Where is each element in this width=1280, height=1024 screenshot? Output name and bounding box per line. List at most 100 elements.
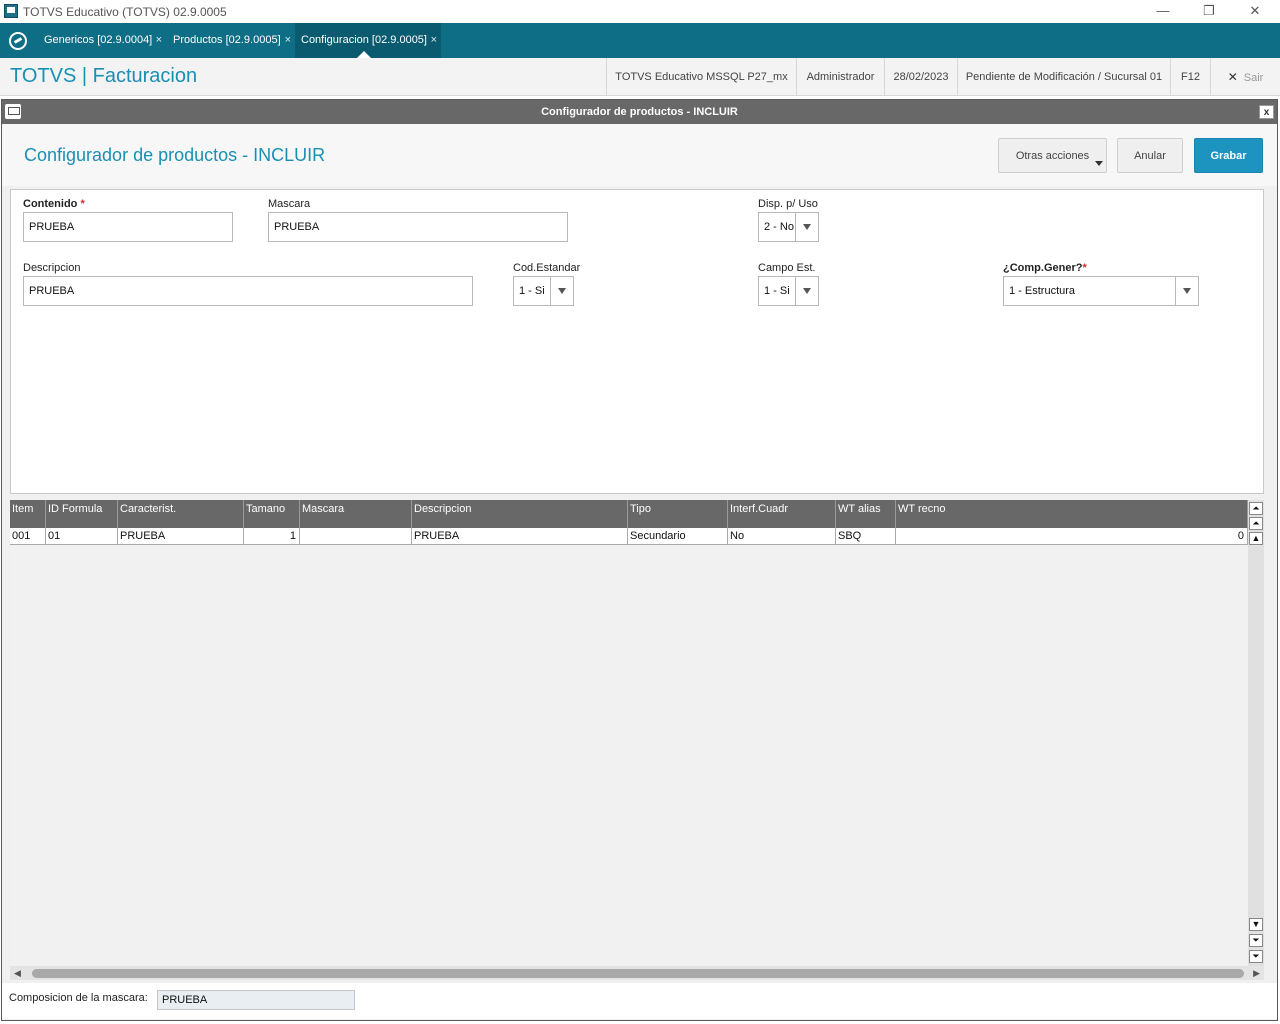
cell-wt-recno[interactable]: 0 [896, 528, 1248, 545]
descripcion-field[interactable]: PRUEBA [23, 276, 473, 306]
column-header[interactable]: Caracterist. [118, 500, 244, 528]
window-titlebar: TOTVS Educativo (TOTVS) 02.9.0005 — ❐ ✕ [0, 0, 1280, 23]
chevron-down-icon[interactable] [550, 277, 573, 305]
cell-interf-cuadr[interactable]: No [728, 528, 836, 545]
restore-button[interactable]: ❐ [1189, 2, 1229, 20]
tab-close-icon[interactable]: × [431, 23, 437, 58]
contenido-label: Contenido * [23, 198, 85, 210]
column-header[interactable]: Interf.Cuadr [728, 500, 836, 528]
scroll-up-icon[interactable]: ▲ [1249, 532, 1263, 545]
window-icon [5, 104, 21, 119]
required-marker: * [80, 198, 85, 210]
tab-genericos[interactable]: Genericos [02.9.0004] × [38, 23, 166, 58]
column-header[interactable]: Mascara [300, 500, 412, 528]
tab-label: Productos [02.9.0005] [173, 34, 281, 46]
campo-est-value: 1 - Si [764, 285, 790, 297]
app-header: TOTVS | Facturacion TOTVS Educativo MSSQ… [0, 58, 1280, 96]
contenido-field[interactable]: PRUEBA [23, 212, 233, 242]
horizontal-scrollbar[interactable]: ◀ ▶ [10, 966, 1264, 980]
hotkey-info[interactable]: F12 [1170, 58, 1210, 96]
user-info[interactable]: Administrador [796, 58, 884, 96]
cell-tipo[interactable]: Secundario [628, 528, 728, 545]
cell-caracterist[interactable]: PRUEBA [118, 528, 244, 545]
descripcion-label: Descripcion [23, 262, 81, 274]
cod-estandar-select[interactable]: 1 - Si [513, 276, 574, 306]
cell-id-formula[interactable]: 01 [46, 528, 118, 545]
scroll-top-icon[interactable]: ⏶ [1249, 502, 1263, 515]
save-button[interactable]: Grabar [1194, 138, 1263, 173]
comp-gener-select[interactable]: 1 - Estructura [1003, 276, 1199, 306]
mask-composition-label: Composicion de la mascara: [9, 992, 148, 1004]
cell-tamano[interactable]: 1 [244, 528, 300, 545]
comp-gener-value: 1 - Estructura [1009, 285, 1076, 297]
environment-info[interactable]: TOTVS Educativo MSSQL P27_mx [606, 58, 796, 96]
date-info[interactable]: 28/02/2023 [884, 58, 957, 96]
dialog-titlebar: Configurador de productos - INCLUIR x [2, 100, 1277, 124]
window-close-button[interactable]: ✕ [1235, 2, 1275, 20]
exit-label: Sair [1243, 72, 1264, 84]
tab-configuracion[interactable]: Configuracion [02.9.0005] × [295, 23, 441, 58]
column-header[interactable]: Tamano [244, 500, 300, 528]
tab-close-icon[interactable]: × [156, 23, 162, 58]
campo-est-label: Campo Est. [758, 262, 816, 274]
exit-button[interactable]: ✕ Sair [1210, 58, 1280, 96]
required-marker: * [1082, 262, 1087, 274]
tab-label: Configuracion [02.9.0005] [301, 34, 427, 46]
mask-composition-bar: Composicion de la mascara: PRUEBA [2, 983, 1277, 1019]
formula-grid: Item ID Formula Caracterist. Tamano Masc… [10, 500, 1264, 980]
cod-estandar-value: 1 - Si [519, 285, 545, 297]
cod-estandar-label: Cod.Estandar [513, 262, 581, 274]
page-title: Configurador de productos - INCLUIR [24, 145, 326, 165]
dialog-close-button[interactable]: x [1259, 105, 1274, 119]
scroll-thumb[interactable] [32, 969, 1244, 978]
column-header[interactable]: WT alias [836, 500, 896, 528]
disp-uso-label: Disp. p/ Uso [758, 198, 818, 210]
other-actions-label: Otras acciones [1015, 150, 1090, 162]
cell-wt-alias[interactable]: SBQ [836, 528, 896, 545]
mask-composition-field: PRUEBA [157, 990, 355, 1010]
dialog-title: Configurador de productos - INCLUIR [541, 106, 738, 118]
scroll-bottom-icon[interactable]: ⏷ [1249, 950, 1263, 963]
comp-gener-label: ¿Comp.Gener?* [1003, 262, 1087, 274]
column-header[interactable]: Item [10, 500, 46, 528]
dialog-window: Configurador de productos - INCLUIR x Co… [1, 99, 1278, 1021]
form-panel: Contenido * PRUEBA Mascara PRUEBA Disp. … [10, 189, 1264, 494]
dropdown-arrow-icon [1095, 161, 1103, 166]
chevron-down-icon[interactable] [795, 277, 818, 305]
column-header[interactable]: Descripcion [412, 500, 628, 528]
minimize-button[interactable]: — [1143, 2, 1183, 20]
disp-uso-select[interactable]: 2 - No [758, 212, 819, 242]
cell-mascara[interactable] [300, 528, 412, 545]
scroll-left-icon[interactable]: ◀ [14, 968, 21, 979]
window-title: TOTVS Educativo (TOTVS) 02.9.0005 [23, 5, 227, 19]
chevron-down-icon[interactable] [1175, 277, 1198, 305]
tab-close-icon[interactable]: × [285, 23, 291, 58]
app-brand: TOTVS | Facturacion [10, 65, 198, 87]
status-info[interactable]: Pendiente de Modificación / Sucursal 01 [957, 58, 1170, 96]
module-tab-bar: Genericos [02.9.0004] × Productos [02.9.… [0, 23, 1280, 58]
cell-descripcion[interactable]: PRUEBA [412, 528, 628, 545]
mascara-field[interactable]: PRUEBA [268, 212, 568, 242]
cancel-button[interactable]: Anular [1117, 138, 1183, 173]
column-header[interactable]: ID Formula [46, 500, 118, 528]
chevron-down-icon[interactable] [795, 213, 818, 241]
table-row[interactable]: 001 01 PRUEBA 1 PRUEBA Secundario No SBQ… [10, 528, 1248, 545]
scroll-page-up-icon[interactable]: ⏶ [1249, 517, 1263, 530]
active-tab-caret [357, 51, 371, 58]
grid-header: Item ID Formula Caracterist. Tamano Masc… [10, 500, 1248, 528]
disp-uso-value: 2 - No [764, 221, 794, 233]
cell-item[interactable]: 001 [10, 528, 46, 545]
tab-label: Genericos [02.9.0004] [44, 34, 153, 46]
scroll-right-icon[interactable]: ▶ [1253, 968, 1260, 979]
close-icon: ✕ [1227, 70, 1238, 84]
vertical-scrollbar[interactable]: ⏶ ⏶ ▲ ▼ ⏷ ⏷ [1248, 500, 1264, 966]
campo-est-select[interactable]: 1 - Si [758, 276, 819, 306]
column-header[interactable]: Tipo [628, 500, 728, 528]
totvs-logo-icon[interactable] [9, 32, 27, 50]
column-header[interactable]: WT recno [896, 500, 1248, 528]
other-actions-button[interactable]: Otras acciones [998, 138, 1107, 173]
scroll-page-down-icon[interactable]: ⏷ [1249, 934, 1263, 947]
scroll-down-icon[interactable]: ▼ [1249, 918, 1263, 931]
dialog-toolbar: Configurador de productos - INCLUIR Otra… [2, 124, 1277, 186]
tab-productos[interactable]: Productos [02.9.0005] × [167, 23, 295, 58]
